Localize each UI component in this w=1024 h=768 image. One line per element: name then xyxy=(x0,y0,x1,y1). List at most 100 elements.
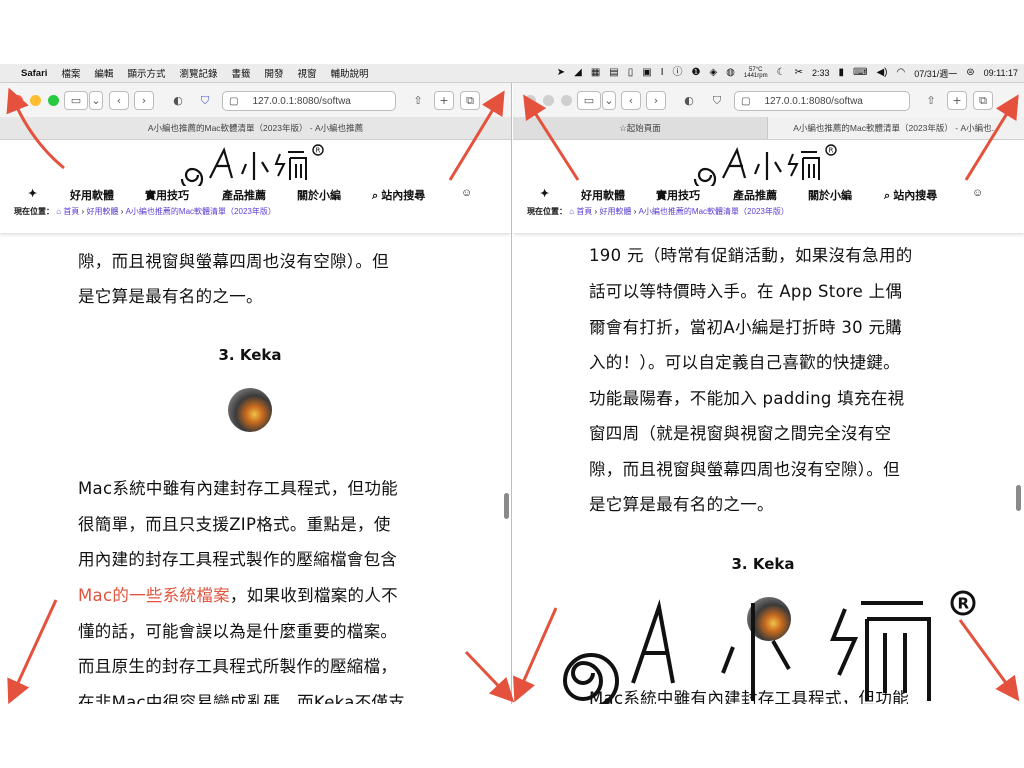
system-files-link[interactable]: Mac的一些系統檔案 xyxy=(78,586,230,605)
scissors-icon[interactable]: ✂ xyxy=(795,68,803,78)
share-icon[interactable]: ⇧ xyxy=(408,91,428,110)
tab-bar: A小編也推薦的Mac軟體清單（2023年版） - A小編也推薦 xyxy=(0,117,511,140)
menu-bookmarks[interactable]: 書籤 xyxy=(224,66,257,80)
text-line: Mac系統中雖有內建封存工具程式，但功能 xyxy=(78,479,398,498)
breadcrumb-page[interactable]: A小編也推薦的Mac軟體清單（2023年版） xyxy=(126,207,276,216)
sidebar-menu-icon[interactable]: ⌄ xyxy=(89,91,103,110)
menu-safari[interactable]: Safari xyxy=(14,68,54,79)
nav-search[interactable]: ⌕ 站內搜尋 xyxy=(372,187,425,203)
wifi-icon[interactable]: ◠ xyxy=(896,68,905,78)
location-icon[interactable]: ➤ xyxy=(557,68,565,78)
magic-wand-icon[interactable]: ✦ xyxy=(28,187,37,200)
breadcrumb-home[interactable]: 首頁 xyxy=(576,207,592,216)
shield-icon[interactable]: ⛉ xyxy=(195,91,215,110)
nav-software[interactable]: 好用軟體 xyxy=(581,187,625,203)
article-content: 隙，而且視窗與螢幕四周也沒有空隙）。但 是它算是最有名的之一。 3. Keka … xyxy=(0,233,511,704)
close-button[interactable] xyxy=(12,95,23,106)
menu-history[interactable]: 瀏覽記錄 xyxy=(172,66,224,80)
window-icon[interactable]: ▣ xyxy=(642,68,651,78)
cursor-icon[interactable]: I xyxy=(661,68,664,78)
nav-products[interactable]: 產品推薦 xyxy=(733,187,777,203)
nav-search[interactable]: ⌕ 站內搜尋 xyxy=(884,187,937,203)
text-line: 入的！）。可以自定義自己喜歡的快捷鍵。 xyxy=(589,353,900,372)
one-icon[interactable]: ❶ xyxy=(692,68,701,78)
breadcrumb-sep: › xyxy=(633,207,637,216)
minimize-button[interactable] xyxy=(543,95,554,106)
battery-time[interactable]: 2:33 xyxy=(812,68,830,78)
new-tab-button[interactable]: + xyxy=(947,91,967,110)
url-text: 127.0.0.1:8080/softwa xyxy=(764,95,863,107)
tab-bar: ☆ 起始頁面 A小編也推薦的Mac軟體清單（2023年版） - A小編也... xyxy=(513,117,1024,140)
tab-title: A小編也推薦的Mac軟體清單（2023年版） - A小編也推薦 xyxy=(147,123,364,133)
sidebar-menu-icon[interactable]: ⌄ xyxy=(602,91,616,110)
scrollbar-thumb[interactable] xyxy=(1016,485,1021,511)
tab-overview-icon[interactable]: ⧉ xyxy=(973,91,993,110)
battery-icon[interactable]: ▮ xyxy=(838,68,844,78)
ruler-icon[interactable]: ▦ xyxy=(591,68,600,78)
layers-icon[interactable]: ◈ xyxy=(709,68,717,78)
site-nav: ✦ 好用軟體 實用技巧 產品推薦 關於小編 ⌕ 站內搜尋 ☺ xyxy=(0,184,511,204)
sidebar-icon[interactable]: ▭ xyxy=(64,91,88,110)
nav-software[interactable]: 好用軟體 xyxy=(70,187,114,203)
back-button[interactable]: ‹ xyxy=(109,91,129,110)
close-button[interactable] xyxy=(525,95,536,106)
tab-overview-icon[interactable]: ⧉ xyxy=(460,91,480,110)
menu-view[interactable]: 顯示方式 xyxy=(120,66,172,80)
volume-icon[interactable]: ◀) xyxy=(876,68,887,78)
privacy-icon[interactable]: ◐ xyxy=(168,91,188,110)
site-logo[interactable]: R xyxy=(176,142,336,186)
tab-title: 起始頁面 xyxy=(626,123,661,133)
breadcrumb-page[interactable]: A小編也推薦的Mac軟體清單（2023年版） xyxy=(639,207,789,216)
share-icon[interactable]: ⇧ xyxy=(921,91,941,110)
breadcrumb-home[interactable]: 首頁 xyxy=(63,207,79,216)
text-line: 用內建的封存工具程式製作的壓縮檔會包含 xyxy=(78,550,398,569)
zoom-button[interactable] xyxy=(561,95,572,106)
globe-icon[interactable]: ◍ xyxy=(726,68,735,78)
clipboard-icon[interactable]: ▯ xyxy=(628,68,634,78)
menubar-date[interactable]: 07/31/週一 xyxy=(914,67,957,80)
menu-help[interactable]: 輔助說明 xyxy=(324,66,376,80)
tab-active[interactable]: A小編也推薦的Mac軟體清單（2023年版） - A小編也推薦 xyxy=(0,117,511,139)
minimize-button[interactable] xyxy=(30,95,41,106)
breadcrumb: 現在位置： ⌂ 首頁 › 好用軟體 › A小編也推薦的Mac軟體清單（2023年… xyxy=(14,206,276,217)
site-logo[interactable]: R xyxy=(689,142,849,186)
control-center-icon[interactable]: ⊜ xyxy=(966,68,974,78)
info-icon[interactable]: ⓘ xyxy=(673,68,683,78)
forward-button[interactable]: › xyxy=(134,91,154,110)
menu-file[interactable]: 檔案 xyxy=(54,66,87,80)
moon-icon[interactable]: ☾ xyxy=(777,68,786,78)
menubar-clock[interactable]: 09:11:17 xyxy=(984,68,1018,78)
address-bar[interactable]: ▢ 127.0.0.1:8080/softwa xyxy=(734,91,910,111)
pointer-icon[interactable]: ◢ xyxy=(574,68,582,78)
back-button[interactable]: ‹ xyxy=(621,91,641,110)
forward-button[interactable]: › xyxy=(646,91,666,110)
magic-wand-icon[interactable]: ✦ xyxy=(540,187,549,200)
keyboard-icon[interactable]: ⌨ xyxy=(853,68,867,78)
breadcrumb-category[interactable]: 好用軟體 xyxy=(599,207,631,216)
nav-tips[interactable]: 實用技巧 xyxy=(145,187,189,203)
text-fragment: ，如果收到檔案的人不 xyxy=(229,586,398,605)
safari-window-left: ▭ ⌄ ‹ › ◐ ⛉ ▢ 127.0.0.1:8080/softwa ⇧ + … xyxy=(0,83,512,704)
nav-about[interactable]: 關於小編 xyxy=(808,187,852,203)
privacy-icon[interactable]: ◐ xyxy=(679,91,699,110)
nav-tips[interactable]: 實用技巧 xyxy=(656,187,700,203)
smiley-icon[interactable]: ☺ xyxy=(972,187,983,199)
tab-active[interactable]: A小編也推薦的Mac軟體清單（2023年版） - A小編也... xyxy=(768,117,1024,139)
menu-window[interactable]: 視窗 xyxy=(291,66,324,80)
shield-icon[interactable]: ⛉ xyxy=(707,91,727,110)
menu-edit[interactable]: 編輯 xyxy=(87,66,120,80)
nav-about[interactable]: 關於小編 xyxy=(297,187,341,203)
stack-icon[interactable]: ▤ xyxy=(609,68,618,78)
menu-develop[interactable]: 開發 xyxy=(257,66,290,80)
address-bar[interactable]: ▢ 127.0.0.1:8080/softwa xyxy=(222,91,396,111)
nav-products[interactable]: 產品推薦 xyxy=(222,187,266,203)
zoom-button[interactable] xyxy=(48,95,59,106)
text-line: 窗四周（就是視窗與視窗之間完全沒有空 xyxy=(589,424,892,443)
tab-start-page[interactable]: ☆ 起始頁面 xyxy=(513,117,768,139)
temp-readout[interactable]: 57°C 1441rpm xyxy=(744,67,768,79)
smiley-icon[interactable]: ☺ xyxy=(461,187,472,199)
scrollbar-thumb[interactable] xyxy=(504,493,509,519)
sidebar-icon[interactable]: ▭ xyxy=(577,91,601,110)
new-tab-button[interactable]: + xyxy=(434,91,454,110)
breadcrumb-category[interactable]: 好用軟體 xyxy=(86,207,118,216)
